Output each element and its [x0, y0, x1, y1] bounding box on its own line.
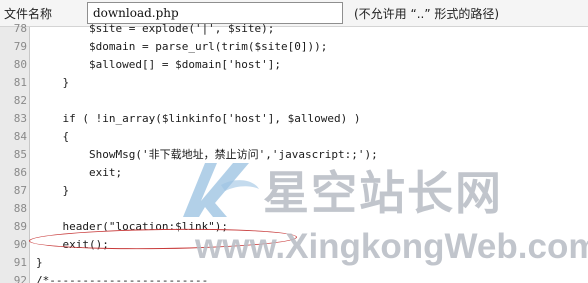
line-number: 79 [13, 40, 27, 53]
code-line[interactable]: 88 [0, 200, 588, 218]
line-number: 80 [13, 58, 27, 71]
code-text: } [36, 76, 70, 89]
code-text: { [36, 130, 70, 143]
code-text: exit; [36, 166, 123, 179]
line-number: 84 [13, 130, 27, 143]
code-text: ShowMsg('非下载地址，禁止访问','javascript:;'); [36, 148, 378, 161]
code-line[interactable]: 78 $site = explode('|', $site); [0, 20, 588, 38]
code-text: /*------------------------ [36, 274, 209, 283]
code-text: $allowed[] = $domain['host']; [36, 58, 282, 71]
line-number: 82 [13, 94, 27, 107]
code-text: } [36, 256, 43, 269]
code-line[interactable]: 85 ShowMsg('非下载地址，禁止访问','javascript:;'); [0, 146, 588, 164]
code-line[interactable]: 83 if ( !in_array($linkinfo['host'], $al… [0, 110, 588, 128]
code-text: $site = explode('|', $site); [36, 22, 275, 35]
code-line[interactable]: 86 exit; [0, 164, 588, 182]
code-line[interactable]: 82 [0, 92, 588, 110]
code-text: $domain = parse_url(trim($site[0])); [36, 40, 328, 53]
line-number: 78 [13, 22, 27, 35]
code-line[interactable]: 91} [0, 254, 588, 272]
code-line[interactable]: 92 /*------------------------ [0, 272, 588, 283]
code-line[interactable]: 81 } [0, 74, 588, 92]
line-number: 89 [13, 220, 27, 233]
line-number: 88 [13, 202, 27, 215]
code-line[interactable]: 84 { [0, 128, 588, 146]
line-number: 91 [13, 256, 27, 269]
code-text: } [36, 184, 70, 197]
code-line[interactable]: 79 $domain = parse_url(trim($site[0])); [0, 38, 588, 56]
line-number: 83 [13, 112, 27, 125]
line-number: 92 [13, 274, 27, 283]
code-text: if ( !in_array($linkinfo['host'], $allow… [36, 112, 361, 125]
line-number: 86 [13, 166, 27, 179]
code-line[interactable]: 80 $allowed[] = $domain['host']; [0, 56, 588, 74]
line-number: 85 [13, 148, 27, 161]
code-editor[interactable]: 78 $site = explode('|', $site); 79 $domai… [0, 22, 588, 283]
line-number: 87 [13, 184, 27, 197]
line-number: 90 [13, 238, 27, 251]
line-number: 81 [13, 76, 27, 89]
code-line[interactable]: 87 } [0, 182, 588, 200]
